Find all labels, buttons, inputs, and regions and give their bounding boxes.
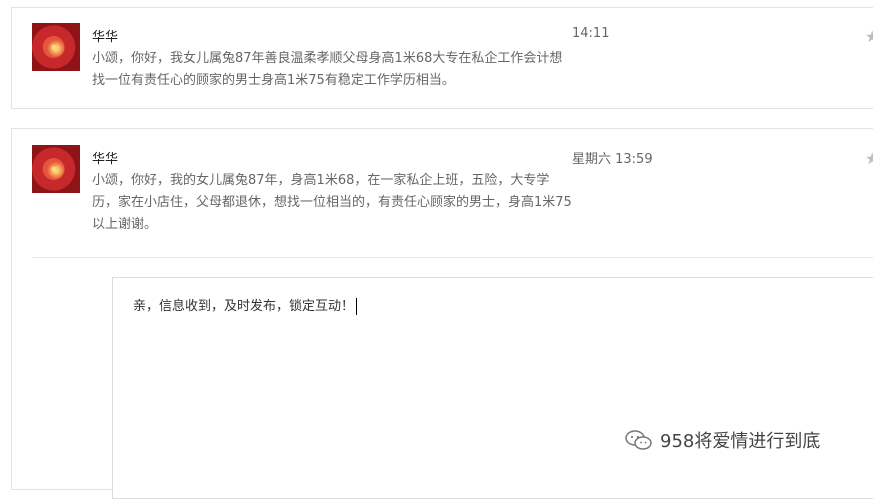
message-text: 小颂，你好，我女儿属兔87年善良温柔孝顺父母身高1米68大专在私企工作会计想找一… (92, 51, 563, 88)
reply-content: 亲，信息收到，及时发布，锁定互动！ (133, 299, 355, 314)
wechat-icon (625, 430, 652, 450)
message-time: 14:11 (572, 26, 610, 41)
star-icon[interactable]: ★ (865, 149, 873, 168)
watermark: 958将爱情进行到底 (624, 427, 820, 453)
message-time: 星期六 13:59 (572, 152, 653, 167)
reply-input[interactable]: 亲，信息收到，及时发布，锁定互动！ (112, 277, 873, 499)
star-icon[interactable]: ★ (865, 27, 873, 46)
watermark-text: 958将爱情进行到底 (660, 431, 821, 452)
message-text: 小颂，你好，我的女儿属兔87年，身高1米68，在一家私企上班，五险，大专学历，家… (92, 173, 572, 232)
sender-name[interactable]: 华华 (92, 26, 118, 45)
sender-name[interactable]: 华华 (92, 148, 118, 167)
divider (32, 257, 873, 258)
reply-text: 亲，信息收到，及时发布，锁定互动！ (133, 295, 358, 315)
avatar[interactable] (32, 145, 80, 193)
text-caret (356, 298, 358, 315)
message-card: 华华 14:11 ★ 小颂，你好，我女儿属兔87年善良温柔孝顺父母身高1米68大… (11, 7, 873, 109)
avatar[interactable] (32, 23, 80, 71)
